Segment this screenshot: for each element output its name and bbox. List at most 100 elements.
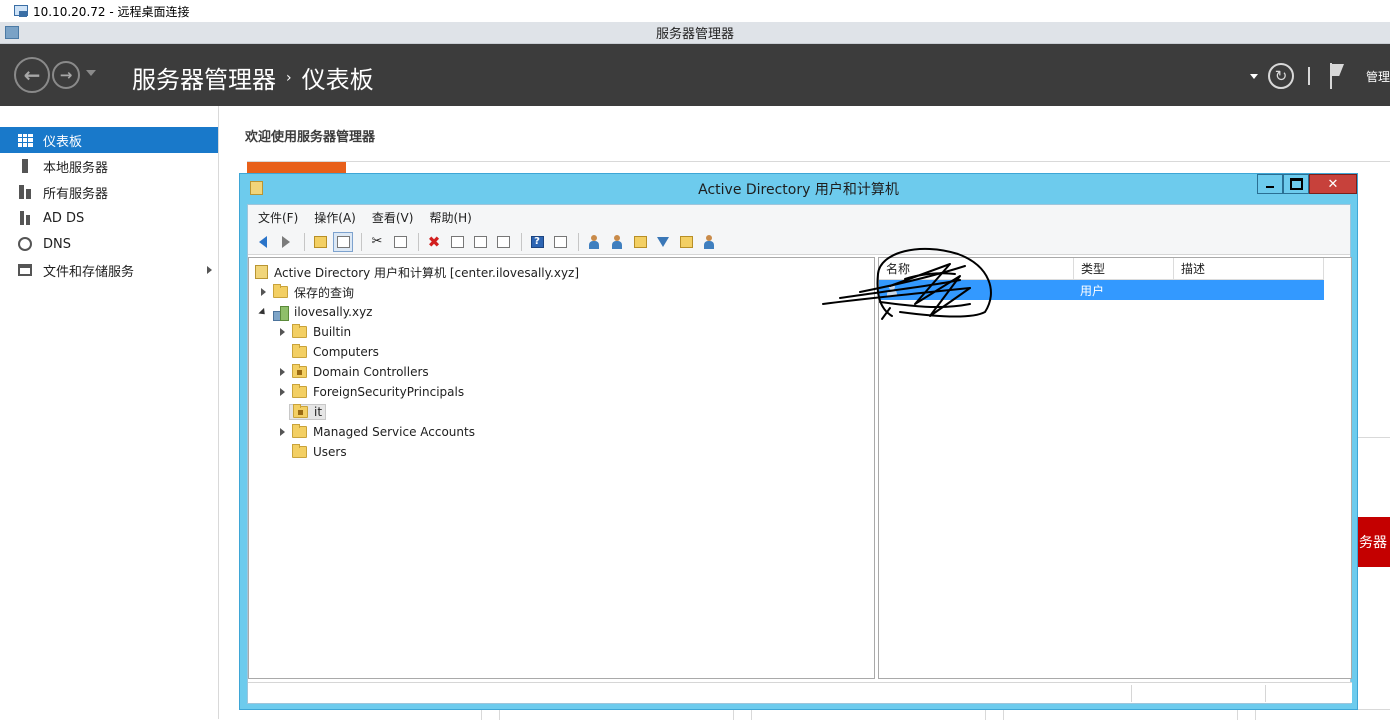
sidebar-item-file-storage[interactable]: 文件和存储服务 bbox=[0, 257, 218, 283]
tree-node-builtin[interactable]: Builtin bbox=[277, 322, 351, 342]
column-header-description[interactable]: 描述 bbox=[1174, 258, 1324, 280]
notifications-flag-icon[interactable] bbox=[1328, 63, 1346, 89]
show-action-pane-icon[interactable] bbox=[550, 232, 570, 252]
folder-icon bbox=[292, 324, 307, 338]
chevron-down-icon[interactable] bbox=[1250, 73, 1258, 79]
tree-node-label: Users bbox=[313, 445, 347, 459]
expand-icon[interactable] bbox=[258, 287, 268, 297]
add-to-group-icon[interactable] bbox=[699, 232, 719, 252]
refresh-icon[interactable]: ↻ bbox=[1268, 63, 1294, 89]
collapse-icon[interactable] bbox=[258, 307, 268, 317]
local-server-icon bbox=[17, 158, 33, 174]
manage-menu[interactable]: 管理 bbox=[1366, 68, 1390, 85]
server-manager-window-title: 服务器管理器 bbox=[655, 27, 734, 42]
tree-node-users[interactable]: Users bbox=[277, 442, 347, 462]
sidebar-item-ad-ds[interactable]: AD DS bbox=[0, 205, 218, 231]
list-item[interactable]: 用户 bbox=[879, 280, 1324, 300]
toolbar-separator bbox=[361, 232, 362, 251]
toolbar-separator bbox=[304, 232, 305, 251]
window-controls: ✕ bbox=[1257, 174, 1357, 194]
column-header-type[interactable]: 类型 bbox=[1074, 258, 1174, 280]
expand-icon[interactable] bbox=[277, 367, 287, 377]
tree-node-domain-controllers[interactable]: Domain Controllers bbox=[277, 362, 429, 382]
status-bar bbox=[248, 682, 1352, 703]
sidebar-item-label: 文件和存储服务 bbox=[43, 264, 135, 280]
sidebar-item-local-server[interactable]: 本地服务器 bbox=[0, 153, 218, 179]
tree-node-computers[interactable]: Computers bbox=[277, 342, 379, 362]
welcome-heading: 欢迎使用服务器管理器 bbox=[245, 130, 376, 145]
tree-node-label: ilovesally.xyz bbox=[294, 305, 373, 319]
server-manager-title-bar: 服务器管理器 bbox=[0, 22, 1390, 44]
aduc-snapin-icon bbox=[255, 265, 268, 279]
breadcrumb: 服务器管理器 › 仪表板 bbox=[132, 60, 374, 95]
servers-status-tile[interactable]: 务器 bbox=[1358, 517, 1390, 567]
back-arrow-icon[interactable]: ← bbox=[14, 57, 50, 93]
delete-icon[interactable]: ✖ bbox=[424, 232, 444, 252]
tree-node-it[interactable]: it bbox=[277, 402, 327, 422]
header-actions: ↻ 管理 bbox=[1250, 62, 1390, 90]
tree-node-saved-queries[interactable]: 保存的查询 bbox=[258, 282, 354, 302]
server-manager-sidebar: 仪表板 本地服务器 所有服务器 AD DS DNS 文件和存储服务 bbox=[0, 106, 219, 719]
aduc-title-bar[interactable]: Active Directory 用户和计算机 ✕ bbox=[240, 174, 1357, 204]
menu-action[interactable]: 操作(A) bbox=[314, 209, 356, 226]
expand-icon[interactable] bbox=[277, 327, 287, 337]
server-manager-header: ← → 服务器管理器 › 仪表板 ↻ 管理 bbox=[0, 44, 1390, 106]
tree-node-label: Domain Controllers bbox=[313, 365, 429, 379]
new-user-icon[interactable] bbox=[584, 232, 604, 252]
back-icon[interactable] bbox=[253, 232, 273, 252]
cut-icon[interactable]: ✂ bbox=[367, 232, 387, 252]
export-list-icon[interactable] bbox=[493, 232, 513, 252]
aduc-window: Active Directory 用户和计算机 ✕ 文件(F) 操作(A) 查看… bbox=[239, 173, 1358, 710]
up-folder-icon[interactable] bbox=[310, 232, 330, 252]
show-console-tree-icon[interactable] bbox=[333, 231, 353, 252]
toolbar: ✂ ✖ ? bbox=[248, 229, 1350, 255]
folder-icon bbox=[292, 384, 307, 398]
tree-node-foreign-security-principals[interactable]: ForeignSecurityPrincipals bbox=[277, 382, 464, 402]
file-storage-icon bbox=[17, 262, 33, 278]
folder-icon bbox=[292, 444, 307, 458]
sidebar-item-label: 所有服务器 bbox=[43, 186, 109, 202]
domain-icon bbox=[273, 305, 289, 321]
filter-icon[interactable] bbox=[653, 232, 673, 252]
breadcrumb-root[interactable]: 服务器管理器 bbox=[132, 60, 276, 95]
expand-icon[interactable] bbox=[277, 387, 287, 397]
result-list: 名称 类型 描述 用户 bbox=[878, 257, 1352, 679]
maximize-button[interactable] bbox=[1283, 174, 1309, 194]
forward-icon[interactable] bbox=[276, 232, 296, 252]
tree-root[interactable]: Active Directory 用户和计算机 [center.ilovesal… bbox=[255, 262, 579, 282]
tree-node-label: Active Directory 用户和计算机 [center.ilovesal… bbox=[274, 265, 580, 280]
toolbar-separator bbox=[418, 232, 419, 251]
copy-icon[interactable] bbox=[390, 232, 410, 252]
tree-node-managed-service-accounts[interactable]: Managed Service Accounts bbox=[277, 422, 475, 442]
menu-bar: 文件(F) 操作(A) 查看(V) 帮助(H) bbox=[248, 205, 1350, 229]
sidebar-item-all-servers[interactable]: 所有服务器 bbox=[0, 179, 218, 205]
selected-node: it bbox=[289, 404, 327, 420]
close-button[interactable]: ✕ bbox=[1309, 174, 1357, 194]
sidebar-item-dashboard[interactable]: 仪表板 bbox=[0, 127, 218, 153]
menu-view[interactable]: 查看(V) bbox=[372, 209, 414, 226]
new-group-icon[interactable] bbox=[607, 232, 627, 252]
user-icon bbox=[887, 284, 897, 296]
folder-icon bbox=[273, 284, 288, 298]
ou-folder-icon bbox=[292, 364, 307, 378]
folder-icon bbox=[292, 344, 307, 358]
forward-arrow-icon[interactable]: → bbox=[52, 61, 80, 89]
history-dropdown-icon[interactable] bbox=[86, 70, 96, 76]
properties-icon[interactable] bbox=[447, 232, 467, 252]
server-manager-app-icon bbox=[5, 26, 19, 39]
expand-icon[interactable] bbox=[277, 427, 287, 437]
sidebar-item-dns[interactable]: DNS bbox=[0, 231, 218, 257]
menu-help[interactable]: 帮助(H) bbox=[429, 209, 471, 226]
refresh-list-icon[interactable] bbox=[470, 232, 490, 252]
tree-node-domain[interactable]: ilovesally.xyz bbox=[258, 302, 372, 322]
find-icon[interactable] bbox=[676, 232, 696, 252]
minimize-button[interactable] bbox=[1257, 174, 1283, 194]
rdp-title-bar: 10.10.20.72 - 远程桌面连接 bbox=[0, 0, 1390, 22]
new-ou-icon[interactable] bbox=[630, 232, 650, 252]
breadcrumb-current: 仪表板 bbox=[301, 66, 374, 94]
help-icon[interactable]: ? bbox=[527, 232, 547, 252]
aduc-app-icon bbox=[250, 181, 263, 195]
menu-file[interactable]: 文件(F) bbox=[258, 209, 298, 226]
column-header-name[interactable]: 名称 bbox=[879, 258, 1074, 280]
toolbar-separator bbox=[521, 232, 522, 251]
